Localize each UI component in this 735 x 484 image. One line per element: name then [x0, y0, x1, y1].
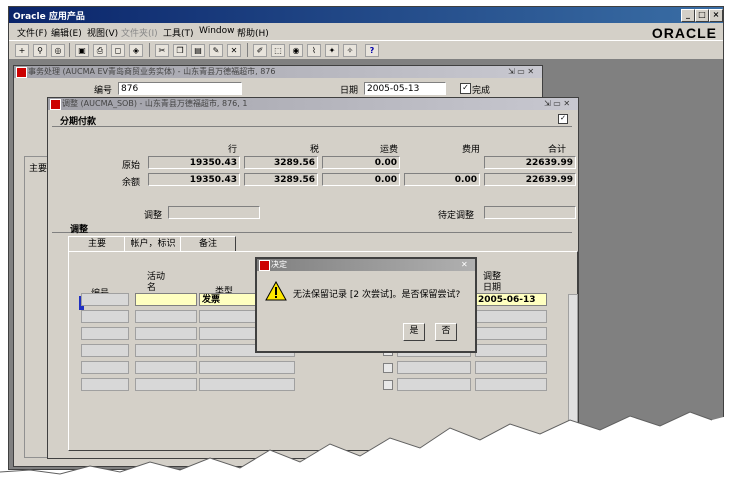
torn-edge-effect: [0, 411, 735, 484]
